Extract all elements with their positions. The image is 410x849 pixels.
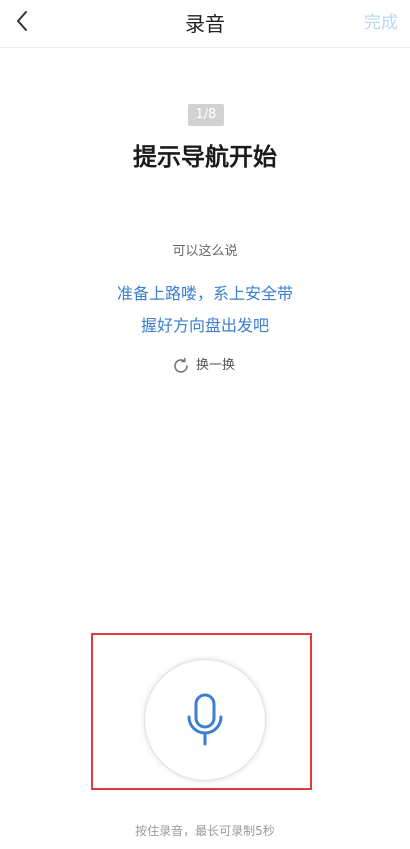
microphone-icon <box>185 693 225 747</box>
refresh-suggestion-button[interactable]: 换一换 <box>172 356 235 376</box>
step-indicator: 1/8 <box>188 104 224 126</box>
record-button[interactable] <box>144 659 266 781</box>
refresh-label: 换一换 <box>196 358 236 373</box>
page-title: 录音 <box>185 12 225 36</box>
done-button[interactable]: 完成 <box>364 12 398 34</box>
refresh-icon <box>172 357 190 375</box>
record-tip: 按住录音，最长可录制5秒 <box>135 824 275 838</box>
nav-bar: 录音 完成 <box>0 0 410 48</box>
suggestion-label: 可以这么说 <box>172 244 238 259</box>
recording-page: 录音 完成 1/8 提示导航开始 可以这么说 准备上路喽，系上安全带 握好方向盘… <box>0 0 410 849</box>
suggestion-line-2: 握好方向盘出发吧 <box>140 316 269 335</box>
scene-title: 提示导航开始 <box>133 143 277 171</box>
suggestion-line-1: 准备上路喽，系上安全带 <box>116 284 293 303</box>
